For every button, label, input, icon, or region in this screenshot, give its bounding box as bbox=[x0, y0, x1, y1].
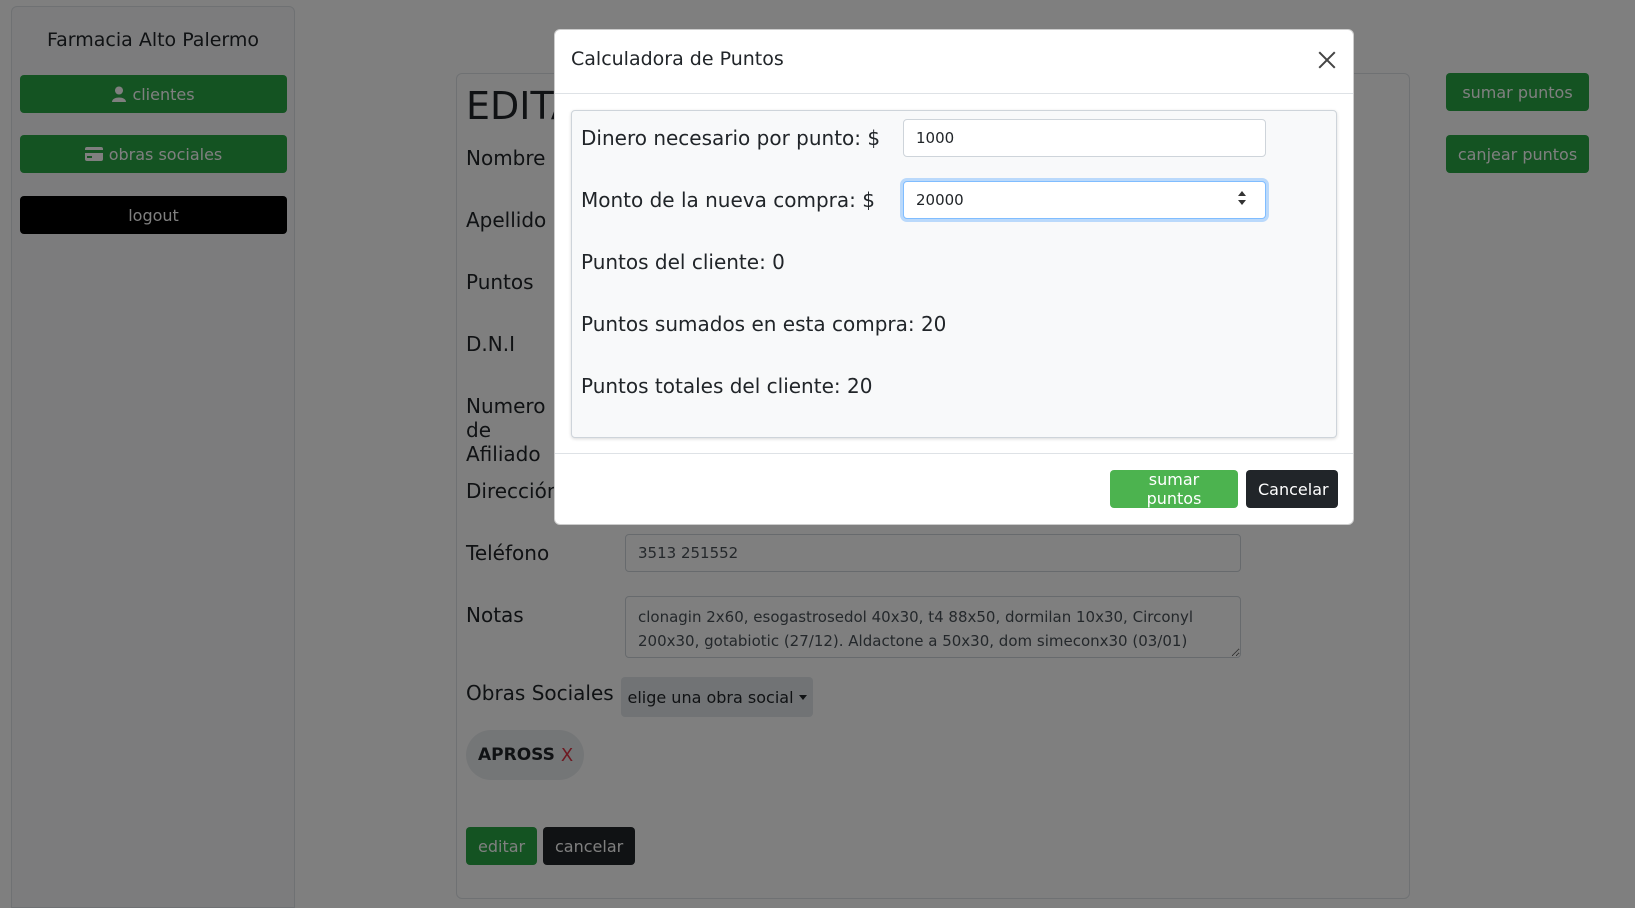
money-per-point-label: Dinero necesario por punto: $ bbox=[581, 126, 881, 150]
points-calculator-modal: Calculadora de Puntos Dinero necesario p… bbox=[554, 29, 1354, 525]
confirm-add-points-button[interactable]: sumar puntos bbox=[1110, 470, 1238, 508]
client-points-text: Puntos del cliente: 0 bbox=[581, 250, 785, 274]
cancel-modal-button[interactable]: Cancelar bbox=[1246, 470, 1338, 508]
points-added-text: Puntos sumados en esta compra: 20 bbox=[581, 312, 947, 336]
spinner-up-icon[interactable] bbox=[1238, 191, 1246, 196]
spinner-down-icon[interactable] bbox=[1238, 200, 1246, 205]
money-per-point-input[interactable] bbox=[903, 119, 1266, 157]
modal-title: Calculadora de Puntos bbox=[571, 48, 784, 70]
number-spinner[interactable] bbox=[1236, 186, 1248, 210]
purchase-amount-label: Monto de la nueva compra: $ bbox=[581, 188, 875, 212]
points-total-text: Puntos totales del cliente: 20 bbox=[581, 374, 873, 398]
modal-header: Calculadora de Puntos bbox=[555, 30, 1353, 94]
modal-footer: sumar puntos Cancelar bbox=[555, 453, 1353, 525]
close-icon[interactable] bbox=[1315, 48, 1339, 72]
calculator-panel: Dinero necesario por punto: $ Monto de l… bbox=[571, 110, 1337, 438]
purchase-amount-input[interactable] bbox=[903, 181, 1266, 219]
